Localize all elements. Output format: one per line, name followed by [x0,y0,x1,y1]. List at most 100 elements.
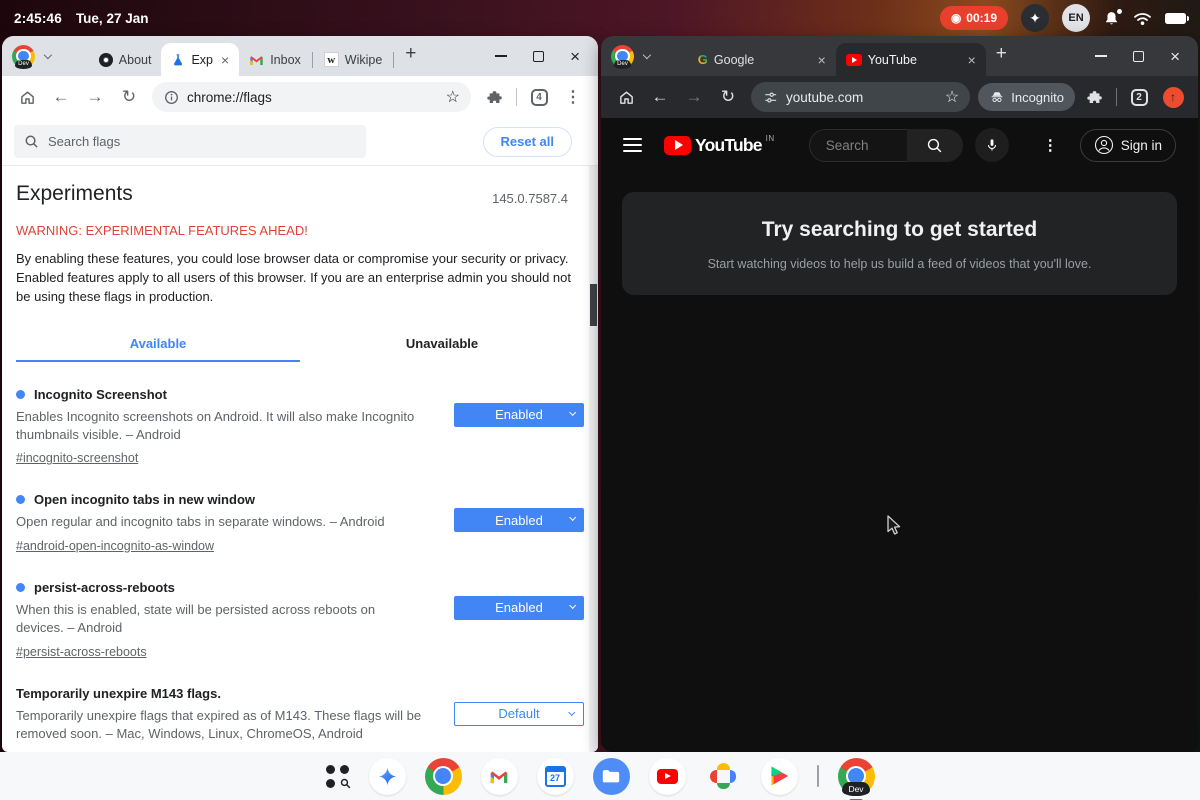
home-button[interactable] [611,82,641,112]
assistant-button[interactable]: ✦ [1021,4,1049,32]
close-window-button[interactable]: × [570,48,580,65]
tab-available[interactable]: Available [16,328,300,362]
tab-experiments[interactable]: Exp × [161,43,239,76]
tab-inbox[interactable]: Inbox [239,43,311,76]
bookmark-star-icon[interactable]: ☆ [440,87,466,107]
enabled-dot-icon [16,495,25,504]
flag-permalink[interactable]: #incognito-screenshot [16,451,138,465]
forward-button[interactable]: → [80,82,110,112]
maximize-button[interactable] [1133,51,1144,62]
extensions-icon[interactable] [479,82,509,112]
more-options-icon[interactable]: ⋮ [1043,136,1058,154]
maximize-button[interactable] [533,51,544,62]
menu-more-icon[interactable]: ⋮ [558,82,588,112]
reload-button[interactable]: ↻ [713,82,743,112]
back-button[interactable]: ← [645,82,675,112]
tab-separator [312,52,313,68]
close-window-button[interactable]: × [1170,48,1180,65]
clock-time: 2:45:46 [14,11,62,26]
scrollbar-thumb[interactable] [590,284,597,326]
search-flags-input[interactable] [14,125,366,158]
about-favicon [99,53,113,67]
flags-page-content: Experiments 145.0.7587.4 WARNING: EXPERI… [2,166,598,752]
battery-icon[interactable] [1165,13,1186,24]
minimize-button[interactable] [1095,55,1107,57]
notification-dot [1117,9,1122,14]
empty-feed-card: Try searching to get started Start watch… [622,192,1177,295]
extensions-icon[interactable] [1079,82,1109,112]
gemini-app-icon[interactable] [369,758,406,795]
youtube-logo[interactable]: YouTube IN [664,136,775,155]
files-app-icon[interactable] [593,758,630,795]
keyboard-language-badge[interactable]: EN [1062,4,1090,32]
flag-row-incognito-screenshot: Incognito Screenshot Enables Incognito s… [16,387,584,468]
scrollbar-track[interactable] [589,166,598,752]
availability-tabs: Available Unavailable [16,328,584,362]
system-status-bar: 2:45:46 Tue, 27 Jan ◉ 00:19 ✦ EN [0,0,1200,36]
flag-description: Enables Incognito screenshots on Android… [16,408,422,445]
info-icon[interactable] [164,90,179,105]
clock-date: Tue, 27 Jan [76,11,149,26]
tab-wikipedia[interactable]: w Wikipe [314,43,393,76]
chevron-down-icon[interactable] [44,50,52,58]
back-button[interactable]: ← [46,82,76,112]
record-icon: ◉ [951,12,961,24]
new-tab-button[interactable]: + [996,43,1007,65]
play-store-app-icon[interactable] [761,758,798,795]
tab-counter[interactable]: 2 [1124,82,1154,112]
status-tray[interactable]: ◉ 00:19 ✦ EN [940,4,1186,32]
mouse-cursor [884,514,904,536]
forward-button[interactable]: → [679,82,709,112]
tune-icon[interactable] [763,90,778,105]
chevron-down-icon [569,602,577,610]
chevron-down-icon [568,709,576,717]
address-bar[interactable]: chrome://flags ☆ [152,82,471,112]
flag-value-select[interactable]: Enabled [454,403,584,427]
gmail-app-icon[interactable] [481,758,518,795]
new-tab-button[interactable]: + [405,43,416,65]
search-input[interactable]: Search [809,129,907,162]
close-tab-icon[interactable]: × [968,52,976,68]
calendar-app-icon[interactable]: 27 [537,758,574,795]
reset-all-button[interactable]: Reset all [483,127,572,157]
flag-permalink[interactable]: #persist-across-reboots [16,645,147,659]
notifications-bell-icon[interactable] [1103,10,1120,27]
url-text[interactable]: chrome://flags [187,90,432,105]
close-tab-icon[interactable]: × [221,52,229,68]
youtube-app-icon[interactable] [649,758,686,795]
flags-description: By enabling these features, you could lo… [16,250,576,307]
minimize-button[interactable] [495,55,507,57]
tab-about[interactable]: About [89,43,162,76]
flag-value-select[interactable]: Enabled [454,596,584,620]
tab-counter[interactable]: 4 [524,82,554,112]
chrome-dev-profile-icon[interactable]: Dev [611,45,634,68]
chrome-app-icon[interactable] [425,758,462,795]
home-button[interactable] [12,82,42,112]
screen-recording-badge[interactable]: ◉ 00:19 [940,6,1008,30]
sign-in-button[interactable]: Sign in [1080,129,1176,162]
bookmark-star-icon[interactable]: ☆ [939,87,965,107]
photos-app-icon[interactable] [705,758,742,795]
search-button[interactable] [907,129,963,162]
flag-description: Temporarily unexpire flags that expired … [16,707,422,744]
menu-hamburger-icon[interactable] [623,138,642,151]
voice-search-button[interactable] [975,128,1009,162]
chrome-dev-app-icon[interactable]: Dev [838,758,875,795]
wifi-icon[interactable] [1133,11,1152,26]
reload-button[interactable]: ↻ [114,82,144,112]
tab-unavailable[interactable]: Unavailable [300,328,584,362]
tab-youtube[interactable]: YouTube × [836,43,986,76]
address-bar[interactable]: youtube.com ☆ [751,82,970,112]
flag-value-select[interactable]: Default [454,702,584,726]
launcher-button[interactable] [326,764,350,788]
update-chrome-icon[interactable]: ↑ [1158,82,1188,112]
chevron-down-icon[interactable] [643,50,651,58]
url-text[interactable]: youtube.com [786,90,931,105]
close-tab-icon[interactable]: × [818,52,826,68]
language-label: EN [1068,12,1083,24]
chrome-dev-profile-icon[interactable]: Dev [12,45,35,68]
flag-name: Incognito Screenshot [34,387,167,402]
flag-value-select[interactable]: Enabled [454,508,584,532]
tab-google[interactable]: G Google × [688,43,836,76]
flag-permalink[interactable]: #android-open-incognito-as-window [16,539,214,553]
